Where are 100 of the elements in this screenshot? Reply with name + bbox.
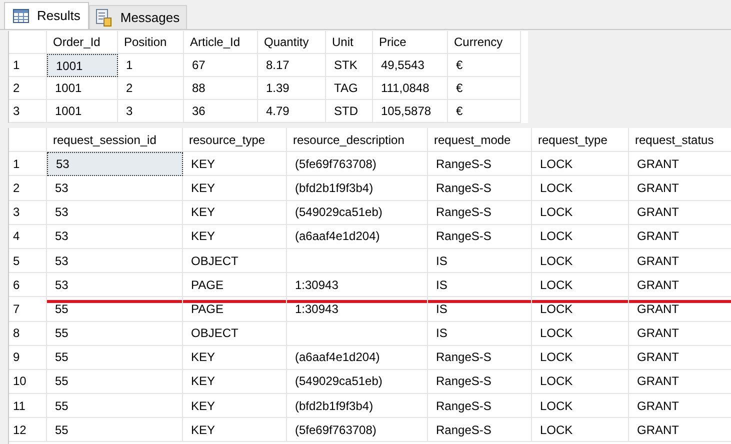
table-cell: RangeS-S xyxy=(428,370,532,394)
table-cell: 105,5878 xyxy=(373,100,448,123)
column-header: Quantity xyxy=(258,31,326,54)
table-cell: 1:30943 xyxy=(287,297,428,322)
table-cell: KEY xyxy=(183,176,287,201)
table-cell: GRANT xyxy=(629,176,731,201)
table-cell: KEY xyxy=(183,152,287,176)
table-cell: (5fe69f763708) xyxy=(287,418,428,442)
table-cell: IS xyxy=(428,297,532,322)
column-header: request_status xyxy=(629,128,731,152)
table-cell: IS xyxy=(428,273,532,298)
table-cell: (bfd2b1f9f3b4) xyxy=(287,394,428,418)
row-number: 7 xyxy=(9,297,47,322)
table-cell: LOCK xyxy=(532,248,629,274)
table-cell: 111,0848 xyxy=(373,77,448,100)
table-cell: LOCK xyxy=(532,394,629,418)
table-cell: OBJECT xyxy=(183,248,287,274)
table-cell: (549029ca51eb) xyxy=(287,370,428,394)
table-cell: (a6aaf4e1d204) xyxy=(287,224,428,249)
column-header: resource_type xyxy=(183,128,287,152)
table-cell: (5fe69f763708) xyxy=(287,152,428,176)
table-cell: OBJECT xyxy=(183,322,287,346)
table-cell: RangeS-S xyxy=(428,418,532,442)
table-cell: GRANT xyxy=(629,370,731,394)
corner-cell xyxy=(9,31,47,54)
table-cell: 55 xyxy=(47,322,183,346)
row-number: 3 xyxy=(9,100,47,123)
table-cell: 49,5543 xyxy=(373,54,448,77)
table-cell: GRANT xyxy=(629,297,731,322)
table-cell: KEY xyxy=(183,200,287,225)
corner-cell xyxy=(9,128,47,152)
table-cell: 4.79 xyxy=(258,100,326,123)
table-cell: 53 xyxy=(47,273,183,298)
table-cell: LOCK xyxy=(532,224,629,249)
column-header: resource_description xyxy=(287,128,428,152)
table-cell: GRANT xyxy=(629,346,731,370)
table-cell: STD xyxy=(326,100,373,123)
table-cell: LOCK xyxy=(532,322,629,346)
table-cell: RangeS-S xyxy=(428,152,532,176)
table-cell: 55 xyxy=(47,418,183,442)
table-cell: (549029ca51eb) xyxy=(287,200,428,225)
column-header: Price xyxy=(373,31,448,54)
table-cell: € xyxy=(448,54,521,77)
table-cell: 55 xyxy=(47,346,183,370)
row-number: 5 xyxy=(9,248,47,274)
row-number: 12 xyxy=(9,418,47,442)
table-cell: 1001 xyxy=(47,54,118,77)
table-cell: LOCK xyxy=(532,418,629,442)
row-number: 4 xyxy=(9,224,47,249)
table-cell: 2 xyxy=(118,77,184,100)
table-cell: KEY xyxy=(183,394,287,418)
table-cell: LOCK xyxy=(532,297,629,322)
table-cell: IS xyxy=(428,322,532,346)
document-icon xyxy=(96,8,112,26)
table-cell: 53 xyxy=(47,224,183,249)
table-cell: KEY xyxy=(183,346,287,370)
table-cell: GRANT xyxy=(629,224,731,249)
table-cell: TAG xyxy=(326,77,373,100)
table-cell: LOCK xyxy=(532,346,629,370)
column-header: Position xyxy=(118,31,184,54)
table-cell: 1:30943 xyxy=(287,273,428,298)
table-cell: PAGE xyxy=(183,273,287,298)
table-cell: 53 xyxy=(47,248,183,274)
table-cell: GRANT xyxy=(629,248,731,274)
table-cell: 53 xyxy=(47,176,183,201)
table-cell: 3 xyxy=(118,100,184,123)
table-cell: 1001 xyxy=(47,100,118,123)
table-cell: 53 xyxy=(47,200,183,225)
table-cell: RangeS-S xyxy=(428,176,532,201)
table-cell: 55 xyxy=(47,394,183,418)
table-cell: € xyxy=(448,100,521,123)
row-number: 3 xyxy=(9,200,47,225)
table-cell: (a6aaf4e1d204) xyxy=(287,346,428,370)
table-cell: (bfd2b1f9f3b4) xyxy=(287,176,428,201)
table-cell: LOCK xyxy=(532,370,629,394)
table-cell: LOCK xyxy=(532,152,629,176)
row-number: 10 xyxy=(9,370,47,394)
table-cell: KEY xyxy=(183,418,287,442)
tab[interactable]: Messages xyxy=(89,5,187,29)
table-cell: 1.39 xyxy=(258,77,326,100)
tab[interactable]: Results xyxy=(4,2,90,29)
column-header: Article_Id xyxy=(184,31,258,54)
table-cell: LOCK xyxy=(532,200,629,225)
row-number: 9 xyxy=(9,346,47,370)
table-cell: RangeS-S xyxy=(428,224,532,249)
table-cell: STK xyxy=(326,54,373,77)
table-grid-icon xyxy=(13,9,29,23)
column-header: Unit xyxy=(326,31,373,54)
row-number: 11 xyxy=(9,394,47,418)
table-cell: RangeS-S xyxy=(428,394,532,418)
table-cell: GRANT xyxy=(629,200,731,225)
row-number: 8 xyxy=(9,322,47,346)
column-header: request_mode xyxy=(428,128,532,152)
table-cell: 53 xyxy=(47,152,183,176)
table-cell: GRANT xyxy=(629,322,731,346)
table-cell: LOCK xyxy=(532,273,629,298)
row-number: 2 xyxy=(9,176,47,201)
table-cell: KEY xyxy=(183,370,287,394)
table-cell: 67 xyxy=(184,54,258,77)
table-cell: GRANT xyxy=(629,273,731,298)
